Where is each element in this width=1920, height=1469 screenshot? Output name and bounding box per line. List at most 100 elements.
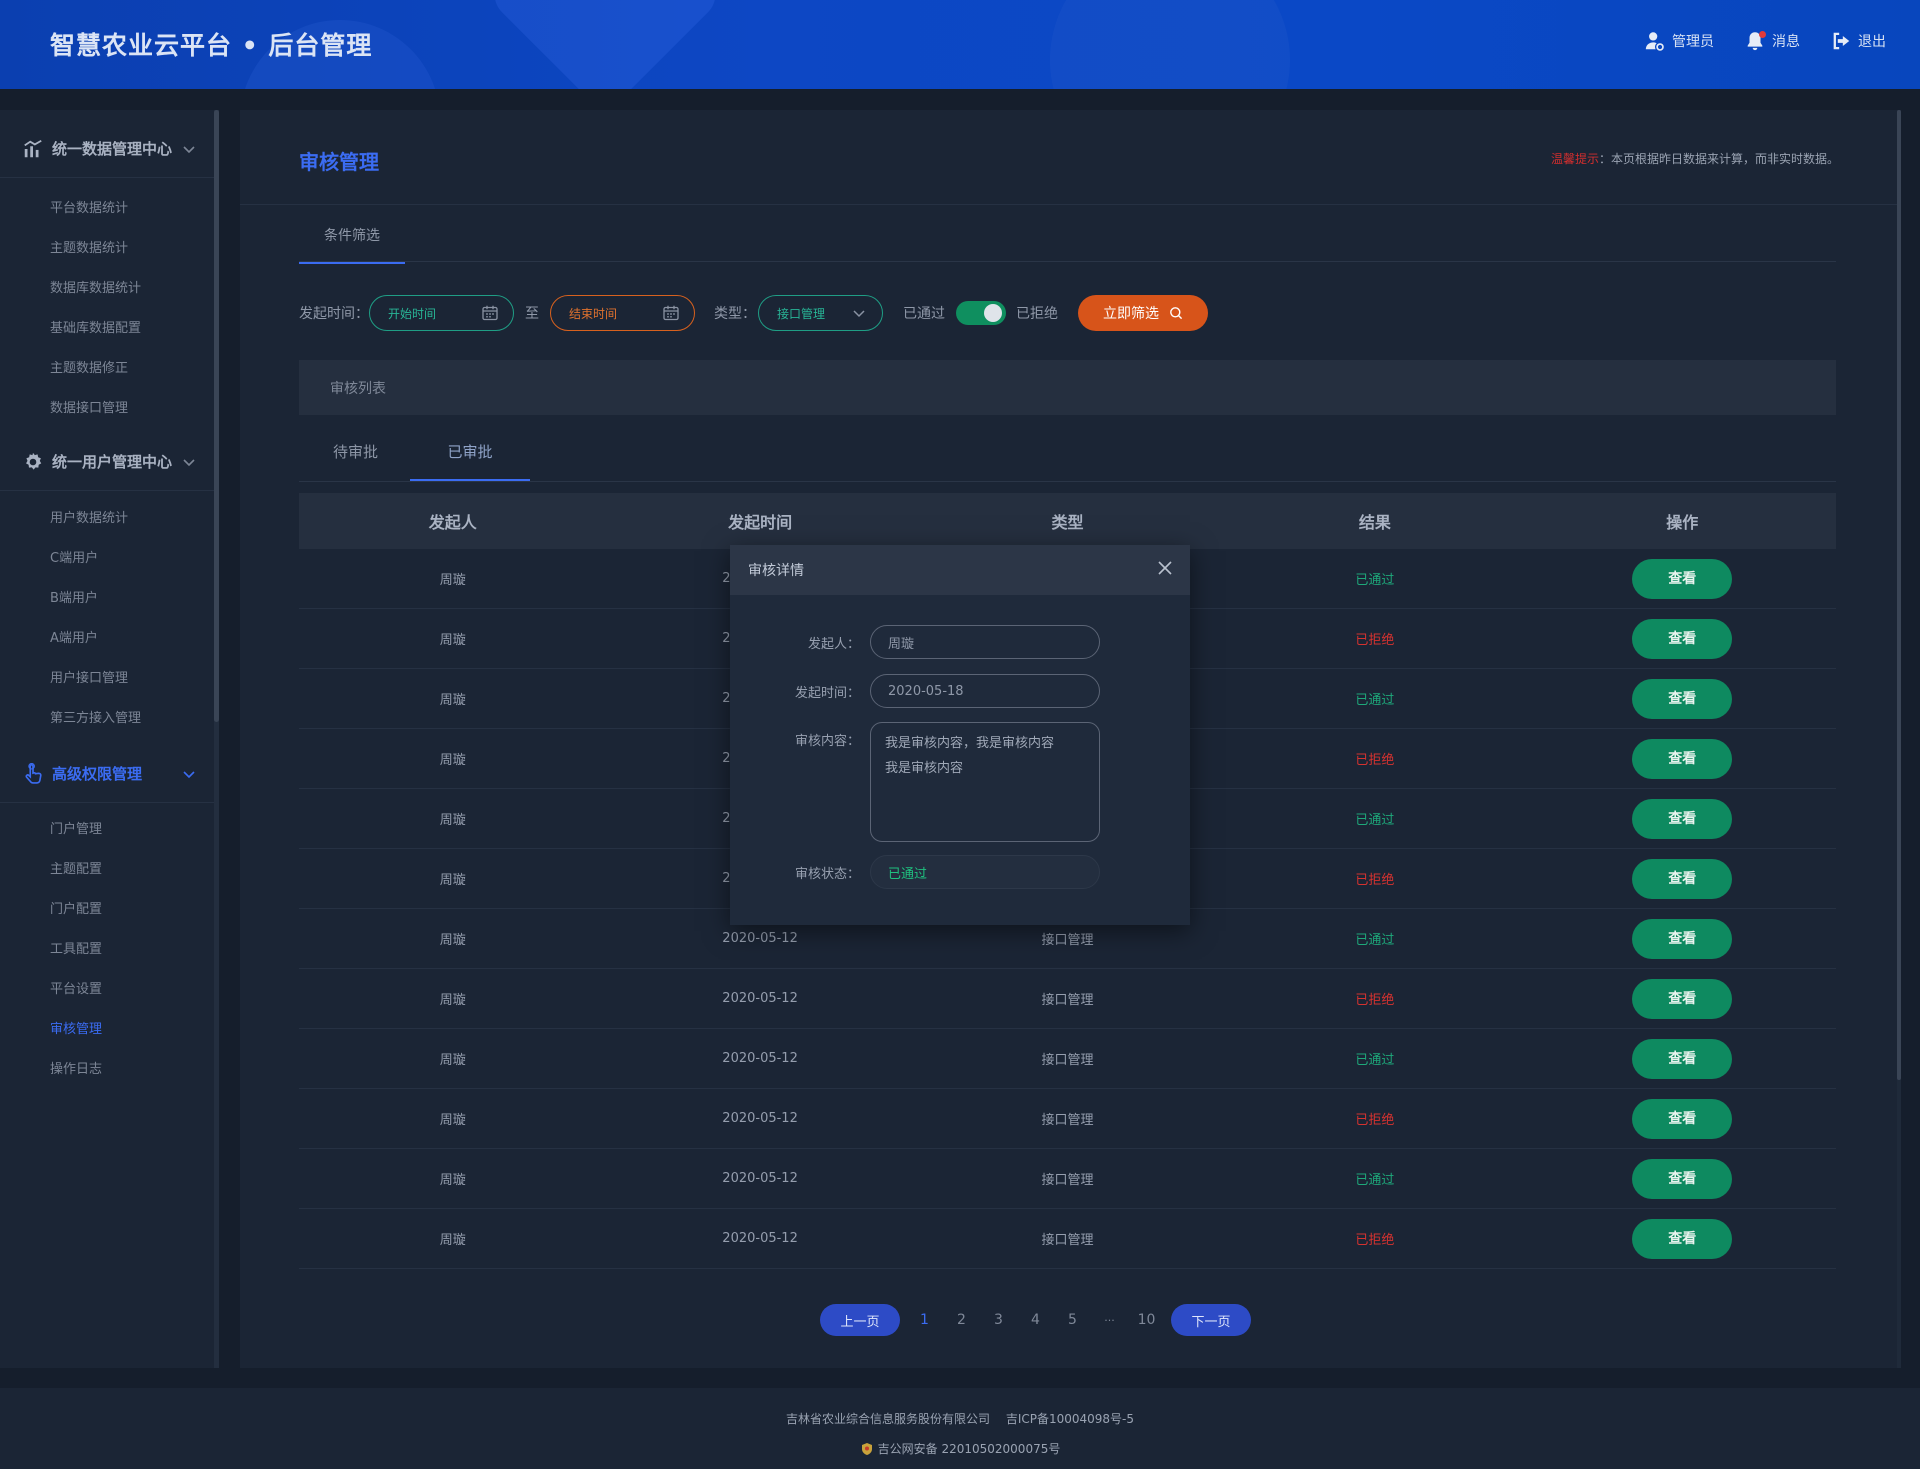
status-toggle[interactable] <box>956 301 1006 325</box>
sidebar-item-a-users[interactable]: A端用户 <box>50 627 98 646</box>
cell-time: 2020-05-12 <box>722 991 798 1006</box>
view-button[interactable]: 查看 <box>1632 1158 1733 1199</box>
gear-icon <box>26 452 42 470</box>
sidebar-item-base-config[interactable]: 基础库数据配置 <box>50 317 141 336</box>
view-button[interactable]: 查看 <box>1632 918 1733 959</box>
cell-result: 已通过 <box>1355 573 1395 588</box>
page-number[interactable]: 5 <box>1054 1312 1091 1328</box>
logout-button[interactable]: 退出 <box>1830 30 1886 52</box>
cell-person: 周璇 <box>439 933 466 948</box>
sidebar-item-topic-fix[interactable]: 主题数据修正 <box>50 357 128 376</box>
column-header: 类型 <box>1051 513 1084 532</box>
time-field[interactable]: 2020-05-18 <box>870 674 1100 708</box>
start-date-input[interactable]: 开始时间 <box>369 295 514 331</box>
sidebar-item-portal[interactable]: 门户管理 <box>50 818 102 837</box>
view-button[interactable]: 查看 <box>1632 978 1733 1019</box>
sidebar-item-user-api[interactable]: 用户接口管理 <box>50 667 128 686</box>
close-icon <box>1158 561 1172 575</box>
time-label: 发起时间： <box>794 685 860 701</box>
footer-police[interactable]: 吉公网安备 22010502000075号 <box>878 1440 1061 1457</box>
sidebar-item-platform-stats[interactable]: 平台数据统计 <box>50 197 128 216</box>
chevron-down-icon <box>183 459 195 467</box>
cell-time: 2020-05-12 <box>722 1171 798 1186</box>
sidebar-item-op-log[interactable]: 操作日志 <box>50 1058 102 1077</box>
admin-button[interactable]: 管理员 <box>1644 30 1714 52</box>
cell-action: 查看 <box>1529 1098 1836 1139</box>
top-header: 智慧农业云平台 • 后台管理 管理员 消息 退出 <box>0 0 1920 89</box>
page-number[interactable]: 10 <box>1128 1312 1165 1328</box>
cell-action: 查看 <box>1529 618 1836 659</box>
messages-button[interactable]: 消息 <box>1744 30 1800 52</box>
sidebar-item-portal-config[interactable]: 门户配置 <box>50 898 102 917</box>
view-button[interactable]: 查看 <box>1632 618 1733 659</box>
page-title: 审核管理 <box>299 150 379 174</box>
view-button[interactable]: 查看 <box>1632 858 1733 899</box>
view-button[interactable]: 查看 <box>1632 1098 1733 1139</box>
sidebar-item-theme-config[interactable]: 主题配置 <box>50 858 102 877</box>
sidebar-group-data-center[interactable]: 统一数据管理中心 <box>0 120 214 178</box>
sidebar-group-user-center[interactable]: 统一用户管理中心 <box>0 433 214 491</box>
calendar-icon <box>482 305 498 321</box>
view-button[interactable]: 查看 <box>1632 558 1733 599</box>
sidebar-item-user-stats[interactable]: 用户数据统计 <box>50 507 128 526</box>
view-button[interactable]: 查看 <box>1632 678 1733 719</box>
column-header: 操作 <box>1666 513 1699 532</box>
page-number[interactable]: 3 <box>980 1312 1017 1328</box>
content-textarea[interactable]: 我是审核内容，我是审核内容 我是审核内容 <box>870 722 1100 842</box>
view-button[interactable]: 查看 <box>1632 1218 1733 1259</box>
sidebar-item-topic-stats[interactable]: 主题数据统计 <box>50 237 128 256</box>
type-select-value: 接口管理 <box>777 306 826 321</box>
modal-row-time: 发起时间： 2020-05-18 <box>730 674 1190 708</box>
next-page-button[interactable]: 下一页 <box>1171 1304 1251 1336</box>
person-label: 发起人： <box>807 636 860 652</box>
page-number[interactable]: 4 <box>1017 1312 1054 1328</box>
column-header: 发起人 <box>428 513 477 532</box>
tab-pending[interactable]: 待审批 <box>299 420 412 482</box>
bell-icon-wrap <box>1744 30 1766 52</box>
filter-submit-button[interactable]: 立即筛选 <box>1078 295 1208 331</box>
cell-action: 查看 <box>1529 798 1836 839</box>
modal-header: 审核详情 <box>730 545 1190 595</box>
view-button[interactable]: 查看 <box>1632 738 1733 779</box>
sidebar-item-data-api[interactable]: 数据接口管理 <box>50 397 128 416</box>
prev-page-button[interactable]: 上一页 <box>820 1304 900 1336</box>
sidebar-group-permissions[interactable]: 高级权限管理 <box>0 745 214 803</box>
cell-result: 已通过 <box>1355 813 1395 828</box>
sidebar-item-b-users[interactable]: B端用户 <box>50 587 98 606</box>
end-date-input[interactable]: 结束时间 <box>550 295 695 331</box>
cell-result: 已通过 <box>1355 1053 1395 1068</box>
page-number[interactable]: 1 <box>906 1312 943 1328</box>
cell-type: 接口管理 <box>1041 1053 1094 1068</box>
cell-time: 2020-05-12 <box>722 931 798 946</box>
sidebar-item-db-stats[interactable]: 数据库数据统计 <box>50 277 141 296</box>
filter-row: 发起时间： 开始时间 至 结束时间 类型： 接口管理 已通过 已拒绝 立即筛选 <box>299 294 1208 332</box>
view-button[interactable]: 查看 <box>1632 1038 1733 1079</box>
sidebar-item-review[interactable]: 审核管理 <box>50 1018 102 1037</box>
cell-result: 已拒绝 <box>1355 873 1395 888</box>
divider <box>299 481 1836 482</box>
cell-person: 周璇 <box>439 633 466 648</box>
type-select[interactable]: 接口管理 <box>758 295 883 331</box>
footer-line: 吉林省农业综合信息服务股份有限公司 吉ICP备10004098号-5 <box>0 1410 1920 1427</box>
cell-person: 周璇 <box>439 1173 466 1188</box>
view-button[interactable]: 查看 <box>1632 798 1733 839</box>
main-scrollbar[interactable] <box>1897 110 1901 1080</box>
page-number[interactable]: 2 <box>943 1312 980 1328</box>
footer-icp[interactable]: 吉ICP备10004098号-5 <box>1006 1412 1134 1426</box>
toggle-knob <box>984 304 1002 322</box>
cell-person: 周璇 <box>439 1113 466 1128</box>
notification-dot <box>1759 31 1766 38</box>
sidebar-item-platform-settings[interactable]: 平台设置 <box>50 978 102 997</box>
sidebar-item-third-party[interactable]: 第三方接入管理 <box>50 707 141 726</box>
tab-approved[interactable]: 已审批 <box>410 420 530 482</box>
cell-result: 已通过 <box>1355 933 1395 948</box>
sidebar-group-label: 统一用户管理中心 <box>52 453 173 471</box>
sidebar-scrollbar[interactable] <box>214 110 219 722</box>
sidebar-item-tool-config[interactable]: 工具配置 <box>50 938 102 957</box>
list-title: 审核列表 <box>299 360 1836 415</box>
user-gear-icon <box>1645 32 1664 51</box>
person-field[interactable]: 周璇 <box>870 625 1100 659</box>
tab-filter[interactable]: 条件筛选 <box>299 205 405 264</box>
close-button[interactable] <box>1156 559 1174 581</box>
sidebar-item-c-users[interactable]: C端用户 <box>50 547 98 566</box>
